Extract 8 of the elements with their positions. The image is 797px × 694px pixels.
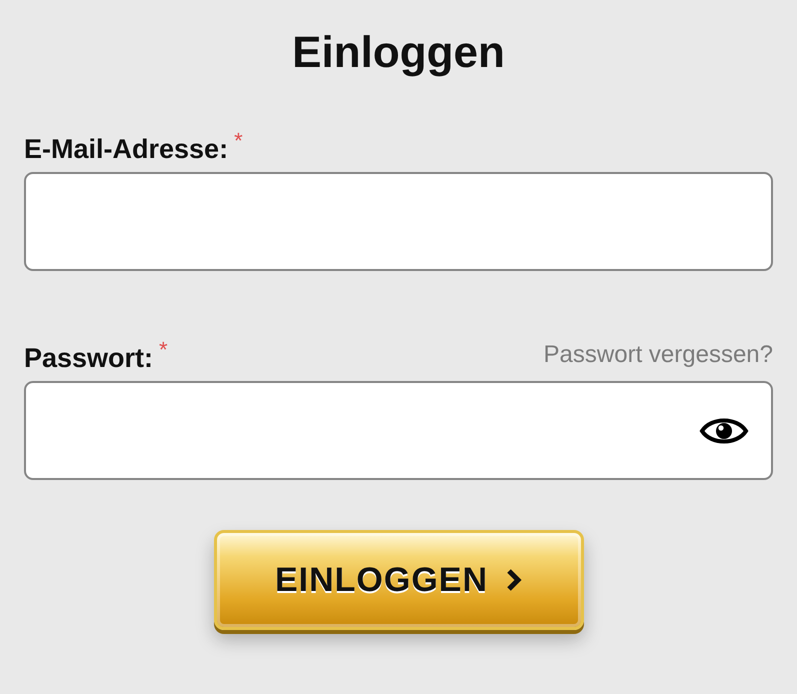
chevron-right-icon [506,568,522,592]
page-title: Einloggen [291,27,506,79]
password-field[interactable] [24,381,773,480]
field-label: Passwort: [24,343,154,374]
email-field[interactable] [24,172,773,271]
required-mark: * [234,128,243,154]
required-mark: * [159,337,168,363]
field-label: E-Mail-Adresse: [24,134,228,165]
